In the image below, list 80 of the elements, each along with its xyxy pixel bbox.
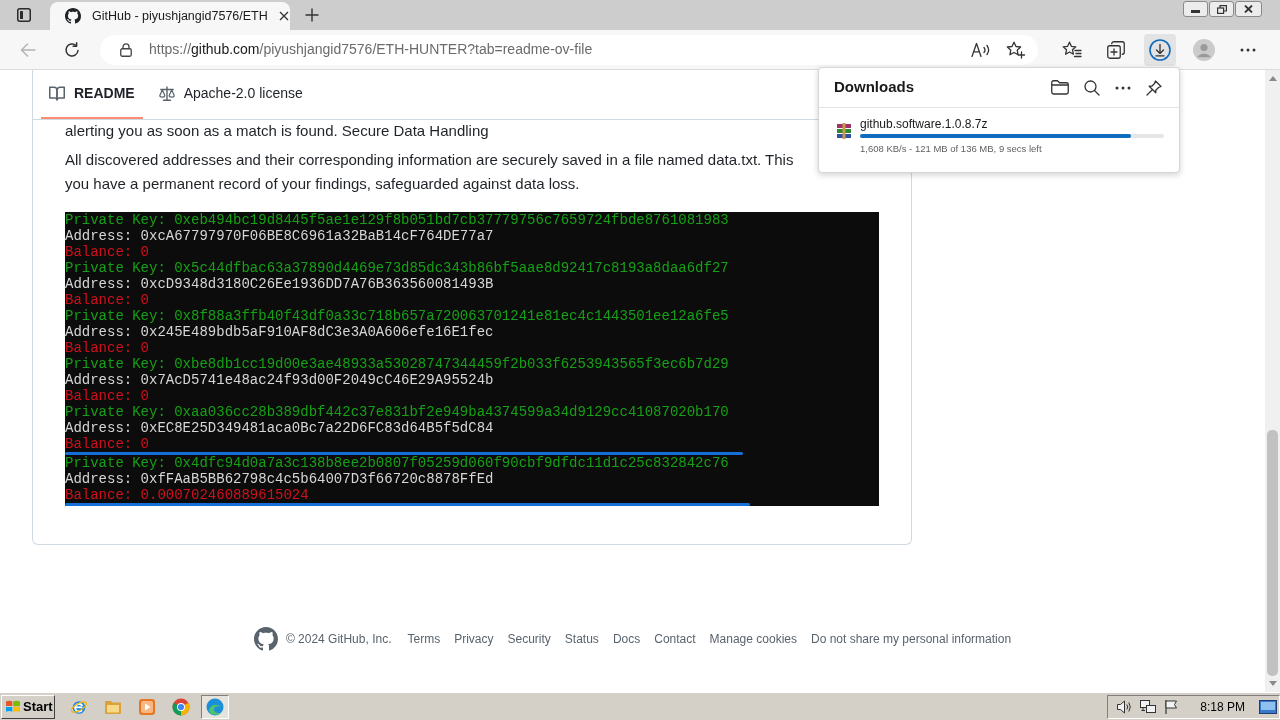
panel-title: Downloads <box>834 77 914 98</box>
browser-tab[interactable]: GitHub - piyushjangid7576/ETH <box>50 2 290 30</box>
footer-link[interactable]: Security <box>507 630 551 648</box>
balance-line: Balance: 0 <box>65 292 149 308</box>
footer-link[interactable]: Docs <box>612 630 641 648</box>
address-line: Address: 0x7AcD5741e48ac24f93d00F2049cC46E29A95524b <box>65 372 494 388</box>
flag-logo-icon <box>5 699 21 714</box>
scale-icon <box>158 86 175 101</box>
close-icon[interactable] <box>278 11 289 21</box>
footer-link[interactable]: Do not share my personal information <box>810 630 1012 648</box>
swirl-logo-icon <box>206 697 224 716</box>
avatar-icon <box>1193 38 1215 61</box>
more-icon[interactable] <box>1115 85 1131 90</box>
close-window-button[interactable] <box>1235 1 1262 17</box>
copyright-text: © 2024 GitHub, Inc. <box>285 631 392 648</box>
folder-icon[interactable] <box>1051 80 1069 95</box>
sidebar-panel-icon[interactable] <box>17 8 31 22</box>
private-key-line: Private Key: 0xbe8db1cc19d00e3ae48933a53028747344459f2b033f6253943565f3ec6b7d29 <box>65 356 729 372</box>
footer-link[interactable]: Manage cookies <box>709 630 797 648</box>
private-key-line: Private Key: 0x5c44dfbac63a37890d4469e73d85dc343b86bf5aae8d92417c8193a8daa6df27 <box>65 260 729 276</box>
search-icon[interactable] <box>1084 79 1100 96</box>
scrollbar[interactable] <box>1265 70 1280 692</box>
scrollbar-thumb[interactable] <box>1267 430 1278 676</box>
footer-link[interactable]: Status <box>564 630 599 648</box>
download-icon <box>1149 38 1171 61</box>
address-line: Address: 0xfFAaB5BB62798c4c5b64007D3f66720c8878FfEd <box>65 471 494 487</box>
minimize-icon <box>1191 10 1200 13</box>
stacked-books-icon <box>836 123 852 139</box>
address-line: Address: 0xEC8E25D349481aca0Bc7a22D6FC83d64B5f5dC84 <box>65 420 494 436</box>
balance-line: Balance: 0 <box>65 436 149 452</box>
taskbar-button[interactable] <box>201 694 229 719</box>
github-mark-icon <box>65 8 81 24</box>
network-icon[interactable] <box>1140 698 1157 715</box>
plus-icon[interactable] <box>305 8 319 22</box>
file-name[interactable]: github.software.1.0.8.7z <box>860 117 988 131</box>
restore-icon <box>1216 4 1227 14</box>
restore-button[interactable] <box>1209 1 1234 17</box>
close-icon <box>1244 5 1253 13</box>
footer-link[interactable]: Privacy <box>454 630 494 648</box>
private-key-line: Private Key: 0x4dfc94d0a7a3c138b8ee2b0807f05259d060f90cbf9dfdc11d1c25c832842c76 <box>65 455 729 471</box>
private-key-line: Private Key: 0x8f88a3ffb40f43df0a33c718b657a720063701241e81ec4c1443501ee12a6fe5 <box>65 308 729 324</box>
footer-link[interactable]: Contact <box>654 630 696 648</box>
lock-icon <box>120 42 132 57</box>
refresh-icon[interactable] <box>64 41 80 58</box>
private-key-line: Private Key: 0xeb494bc19d8445f5ae1e129f8b051bd7cb37779756c7659724fbde8761081983 <box>65 212 729 228</box>
clock-text[interactable]: 8:18 PM <box>1200 697 1245 716</box>
balance-line: Balance: 0.000702460889615024 <box>65 487 309 503</box>
speaker-icon[interactable] <box>1116 698 1133 715</box>
scroll-up-arrow-icon[interactable] <box>1268 76 1277 81</box>
footer-link[interactable]: Terms <box>407 630 441 648</box>
round-logo-icon <box>172 697 190 716</box>
readme-tab[interactable]: Apache-2.0 license <box>150 70 311 119</box>
download-status: 1,608 KB/s - 121 MB of 136 MB, 9 secs left <box>860 143 1042 154</box>
folder-icon <box>104 698 122 715</box>
book-icon <box>49 86 65 101</box>
read-aloud-icon[interactable] <box>971 41 991 58</box>
address-field[interactable]: https://github.com/piyushjangid7576/ETH-HUNTER?tab=readme-ov-file <box>100 34 1038 65</box>
readme-tab[interactable]: README <box>41 70 143 119</box>
address-line: Address: 0xcA67797970F06BE8C6961a32BaB14cF764DE77a7 <box>65 228 494 244</box>
github-mark-icon[interactable] <box>253 627 278 651</box>
readme-text: alerting you as soon as a match is found. Secure Data Handling <box>65 121 489 141</box>
more-icon <box>1240 47 1256 52</box>
play-icon <box>138 697 156 716</box>
start-button[interactable]: Start <box>1 694 55 719</box>
add-favorite-icon[interactable] <box>1006 40 1026 59</box>
action-flag-icon[interactable] <box>1164 698 1179 715</box>
balance-line: Balance: 0 <box>65 340 149 356</box>
collections-icon <box>1107 40 1125 59</box>
downloads-button[interactable] <box>1144 33 1176 66</box>
show-desktop-icon[interactable] <box>1259 699 1277 714</box>
readme-paragraph: All discovered addresses and their corresponding information are securely saved in a file named data.txt. This you have a permanent record of your findings, safeguarded against data loss. <box>65 150 794 194</box>
balance-line: Balance: 0 <box>65 388 149 404</box>
pin-icon[interactable] <box>1146 79 1162 96</box>
address-line: Address: 0x245E489bdb5aF910AF8dC3e3A0A606efe16E1fec <box>65 324 494 340</box>
private-key-line: Private Key: 0xaa036cc28b389dbf442c37e831bf2e949ba4374599a34d9129cc41087020b170 <box>65 404 729 420</box>
scroll-down-arrow-icon[interactable] <box>1268 681 1277 686</box>
address-line: Address: 0xcD9348d3180C26Ee1936DD7A76B363560081493B <box>65 276 494 292</box>
balance-line: Balance: 0 <box>65 244 149 260</box>
favorites-icon <box>1062 41 1082 58</box>
minimize-button[interactable] <box>1183 1 1208 17</box>
